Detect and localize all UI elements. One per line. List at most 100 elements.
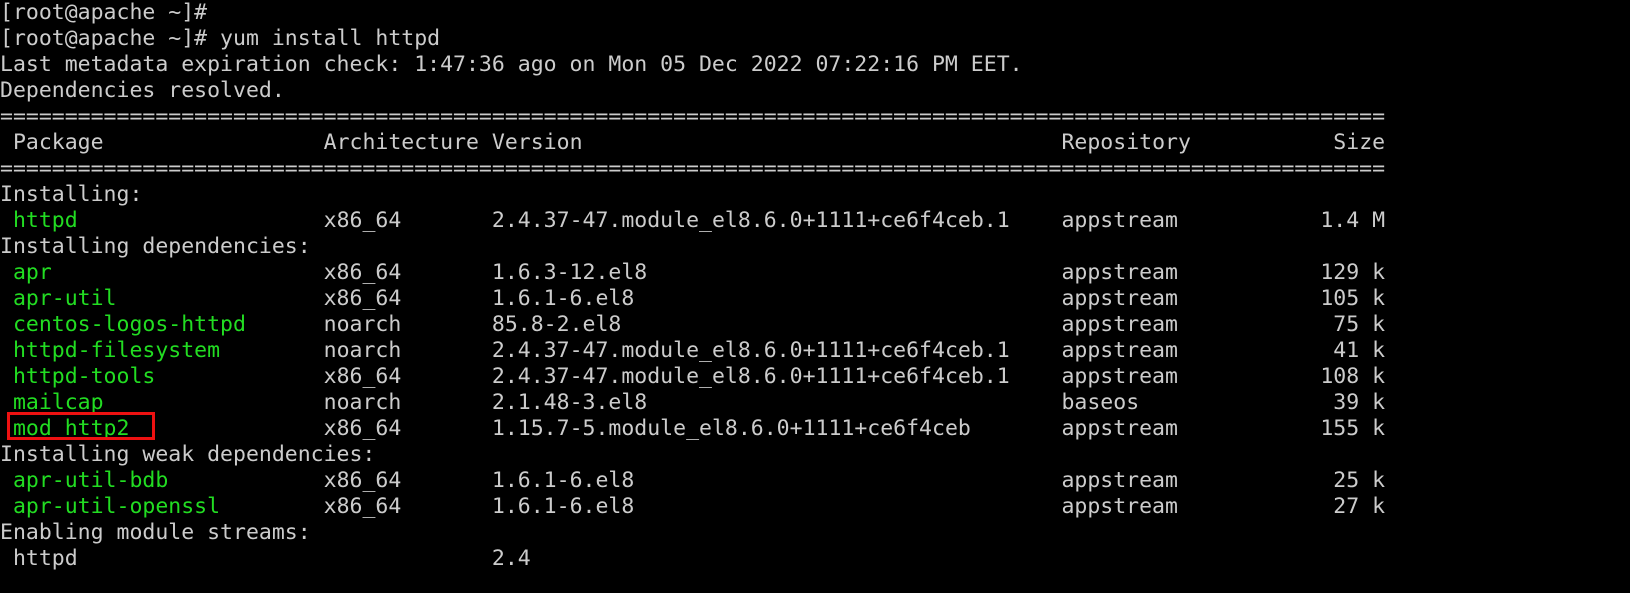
- section-label: Installing dependencies:: [0, 234, 311, 259]
- column-gap: [401, 338, 492, 364]
- package-version: 2.1.48-3.el8: [491, 390, 648, 415]
- package-size: 39 k: [1139, 390, 1386, 415]
- table-row: mailcap noarch 2.1.48-3.el8 baseos 39 k: [0, 390, 1385, 416]
- package-name: httpd: [0, 546, 78, 571]
- column-gap: [583, 130, 1062, 156]
- package-version: 2.4.37-47.module_el8.6.0+1111+ce6f4ceb.1: [491, 208, 1010, 233]
- section-label-line: Installing:: [0, 182, 1385, 208]
- table-row: httpd 2.4: [0, 546, 1385, 572]
- section-label-line: Installing weak dependencies:: [0, 442, 1385, 468]
- column-gap: [401, 260, 492, 286]
- package-size: 25 k: [1177, 468, 1386, 493]
- package-size: 41 k: [1177, 338, 1386, 363]
- section-label: Enabling module streams:: [0, 520, 311, 545]
- package-name: apr: [0, 260, 52, 285]
- column-gap: [401, 208, 492, 234]
- table-row: httpd-filesystem noarch 2.4.37-47.module…: [0, 338, 1385, 364]
- column-gap: [621, 312, 1061, 338]
- terminal-output: [root@apache ~]# [root@apache ~]# yum ins…: [0, 0, 1385, 572]
- separator-bottom: ========================================…: [0, 156, 1385, 182]
- column-gap: [324, 546, 492, 572]
- prompt-line-2: [root@apache ~]# yum install httpd: [0, 26, 1385, 52]
- section-label: Installing weak dependencies:: [0, 442, 376, 467]
- package-version: 1.15.7-5.module_el8.6.0+1111+ce6f4ceb: [491, 416, 971, 441]
- package-repository: appstream: [1061, 208, 1178, 233]
- table-row: apr-util-bdb x86_64 1.6.1-6.el8 appstrea…: [0, 468, 1385, 494]
- dependencies-resolved-text: Dependencies resolved.: [0, 78, 285, 103]
- shell-prompt: [root@apache ~]#: [0, 0, 208, 25]
- column-gap: [52, 260, 324, 286]
- package-size: 155 k: [1177, 416, 1386, 441]
- header-package: Package: [0, 130, 104, 155]
- column-gap: [78, 546, 324, 572]
- metadata-line: Last metadata expiration check: 1:47:36 …: [0, 52, 1385, 78]
- table-row: httpd x86_64 2.4.37-47.module_el8.6.0+11…: [0, 208, 1385, 234]
- resolved-line: Dependencies resolved.: [0, 78, 1385, 104]
- column-gap: [117, 286, 324, 312]
- column-gap: [104, 390, 324, 416]
- package-size: 108 k: [1177, 364, 1386, 389]
- package-repository: appstream: [1061, 468, 1178, 493]
- package-architecture: x86_64: [323, 416, 402, 441]
- package-repository: baseos: [1061, 390, 1140, 415]
- column-gap: [647, 390, 1061, 416]
- header-repository: Repository: [1061, 130, 1191, 155]
- package-architecture: x86_64: [323, 260, 402, 285]
- package-size: 129 k: [1177, 260, 1386, 285]
- package-version: 1.6.3-12.el8: [491, 260, 648, 285]
- table-separator: ========================================…: [0, 156, 1386, 181]
- package-name: httpd: [0, 208, 78, 233]
- header-size: Size: [1190, 130, 1386, 155]
- header-architecture: Architecture: [323, 130, 479, 155]
- package-name: mailcap: [0, 390, 104, 415]
- column-gap: [1010, 208, 1062, 234]
- package-version: 2.4: [491, 546, 531, 571]
- column-gap: [401, 390, 492, 416]
- column-gap: [401, 468, 492, 494]
- package-architecture: noarch: [323, 390, 402, 415]
- prompt-line-1: [root@apache ~]#: [0, 0, 1385, 26]
- column-gap: [129, 416, 323, 442]
- column-gap: [246, 312, 324, 338]
- package-name: mod_http2: [0, 416, 130, 441]
- package-repository: appstream: [1061, 494, 1178, 519]
- column-gap: [401, 364, 492, 390]
- package-repository: appstream: [1061, 312, 1178, 337]
- table-row-highlighted: mod_http2 x86_64 1.15.7-5.module_el8.6.0…: [0, 416, 1385, 442]
- column-gap: [634, 494, 1061, 520]
- package-name: apr-util-bdb: [0, 468, 169, 493]
- package-repository: appstream: [1061, 338, 1178, 363]
- package-architecture: x86_64: [323, 364, 402, 389]
- terminal-window[interactable]: [root@apache ~]# [root@apache ~]# yum ins…: [0, 0, 1630, 593]
- header-version: Version: [491, 130, 583, 155]
- package-architecture: x86_64: [323, 468, 402, 493]
- package-version: 1.6.1-6.el8: [491, 494, 635, 519]
- package-size: 105 k: [1177, 286, 1386, 311]
- column-gap: [634, 468, 1061, 494]
- separator-top: ========================================…: [0, 104, 1385, 130]
- column-gap: [401, 416, 492, 442]
- column-gap: [634, 286, 1061, 312]
- table-separator: ========================================…: [0, 104, 1386, 129]
- column-gap: [971, 416, 1062, 442]
- column-gap: [155, 364, 323, 390]
- table-row: apr-util-openssl x86_64 1.6.1-6.el8 apps…: [0, 494, 1385, 520]
- metadata-expiration-text: Last metadata expiration check: 1:47:36 …: [0, 52, 1023, 77]
- table-row: apr-util x86_64 1.6.1-6.el8 appstream 10…: [0, 286, 1385, 312]
- column-gap: [401, 286, 492, 312]
- package-version: 85.8-2.el8: [491, 312, 622, 337]
- package-size: 27 k: [1177, 494, 1386, 519]
- column-gap: [220, 338, 324, 364]
- section-label: Installing:: [0, 182, 143, 207]
- package-version: 2.4.37-47.module_el8.6.0+1111+ce6f4ceb.1: [491, 364, 1010, 389]
- package-architecture: x86_64: [323, 494, 402, 519]
- package-architecture: noarch: [323, 338, 402, 363]
- package-repository: appstream: [1061, 260, 1178, 285]
- package-repository: appstream: [1061, 364, 1178, 389]
- column-gap: [220, 494, 324, 520]
- package-architecture: noarch: [323, 312, 402, 337]
- package-version: 2.4.37-47.module_el8.6.0+1111+ce6f4ceb.1: [491, 338, 1010, 363]
- table-header-row: Package Architecture Version Repository …: [0, 130, 1385, 156]
- column-gap: [104, 130, 324, 156]
- package-version: 1.6.1-6.el8: [491, 286, 635, 311]
